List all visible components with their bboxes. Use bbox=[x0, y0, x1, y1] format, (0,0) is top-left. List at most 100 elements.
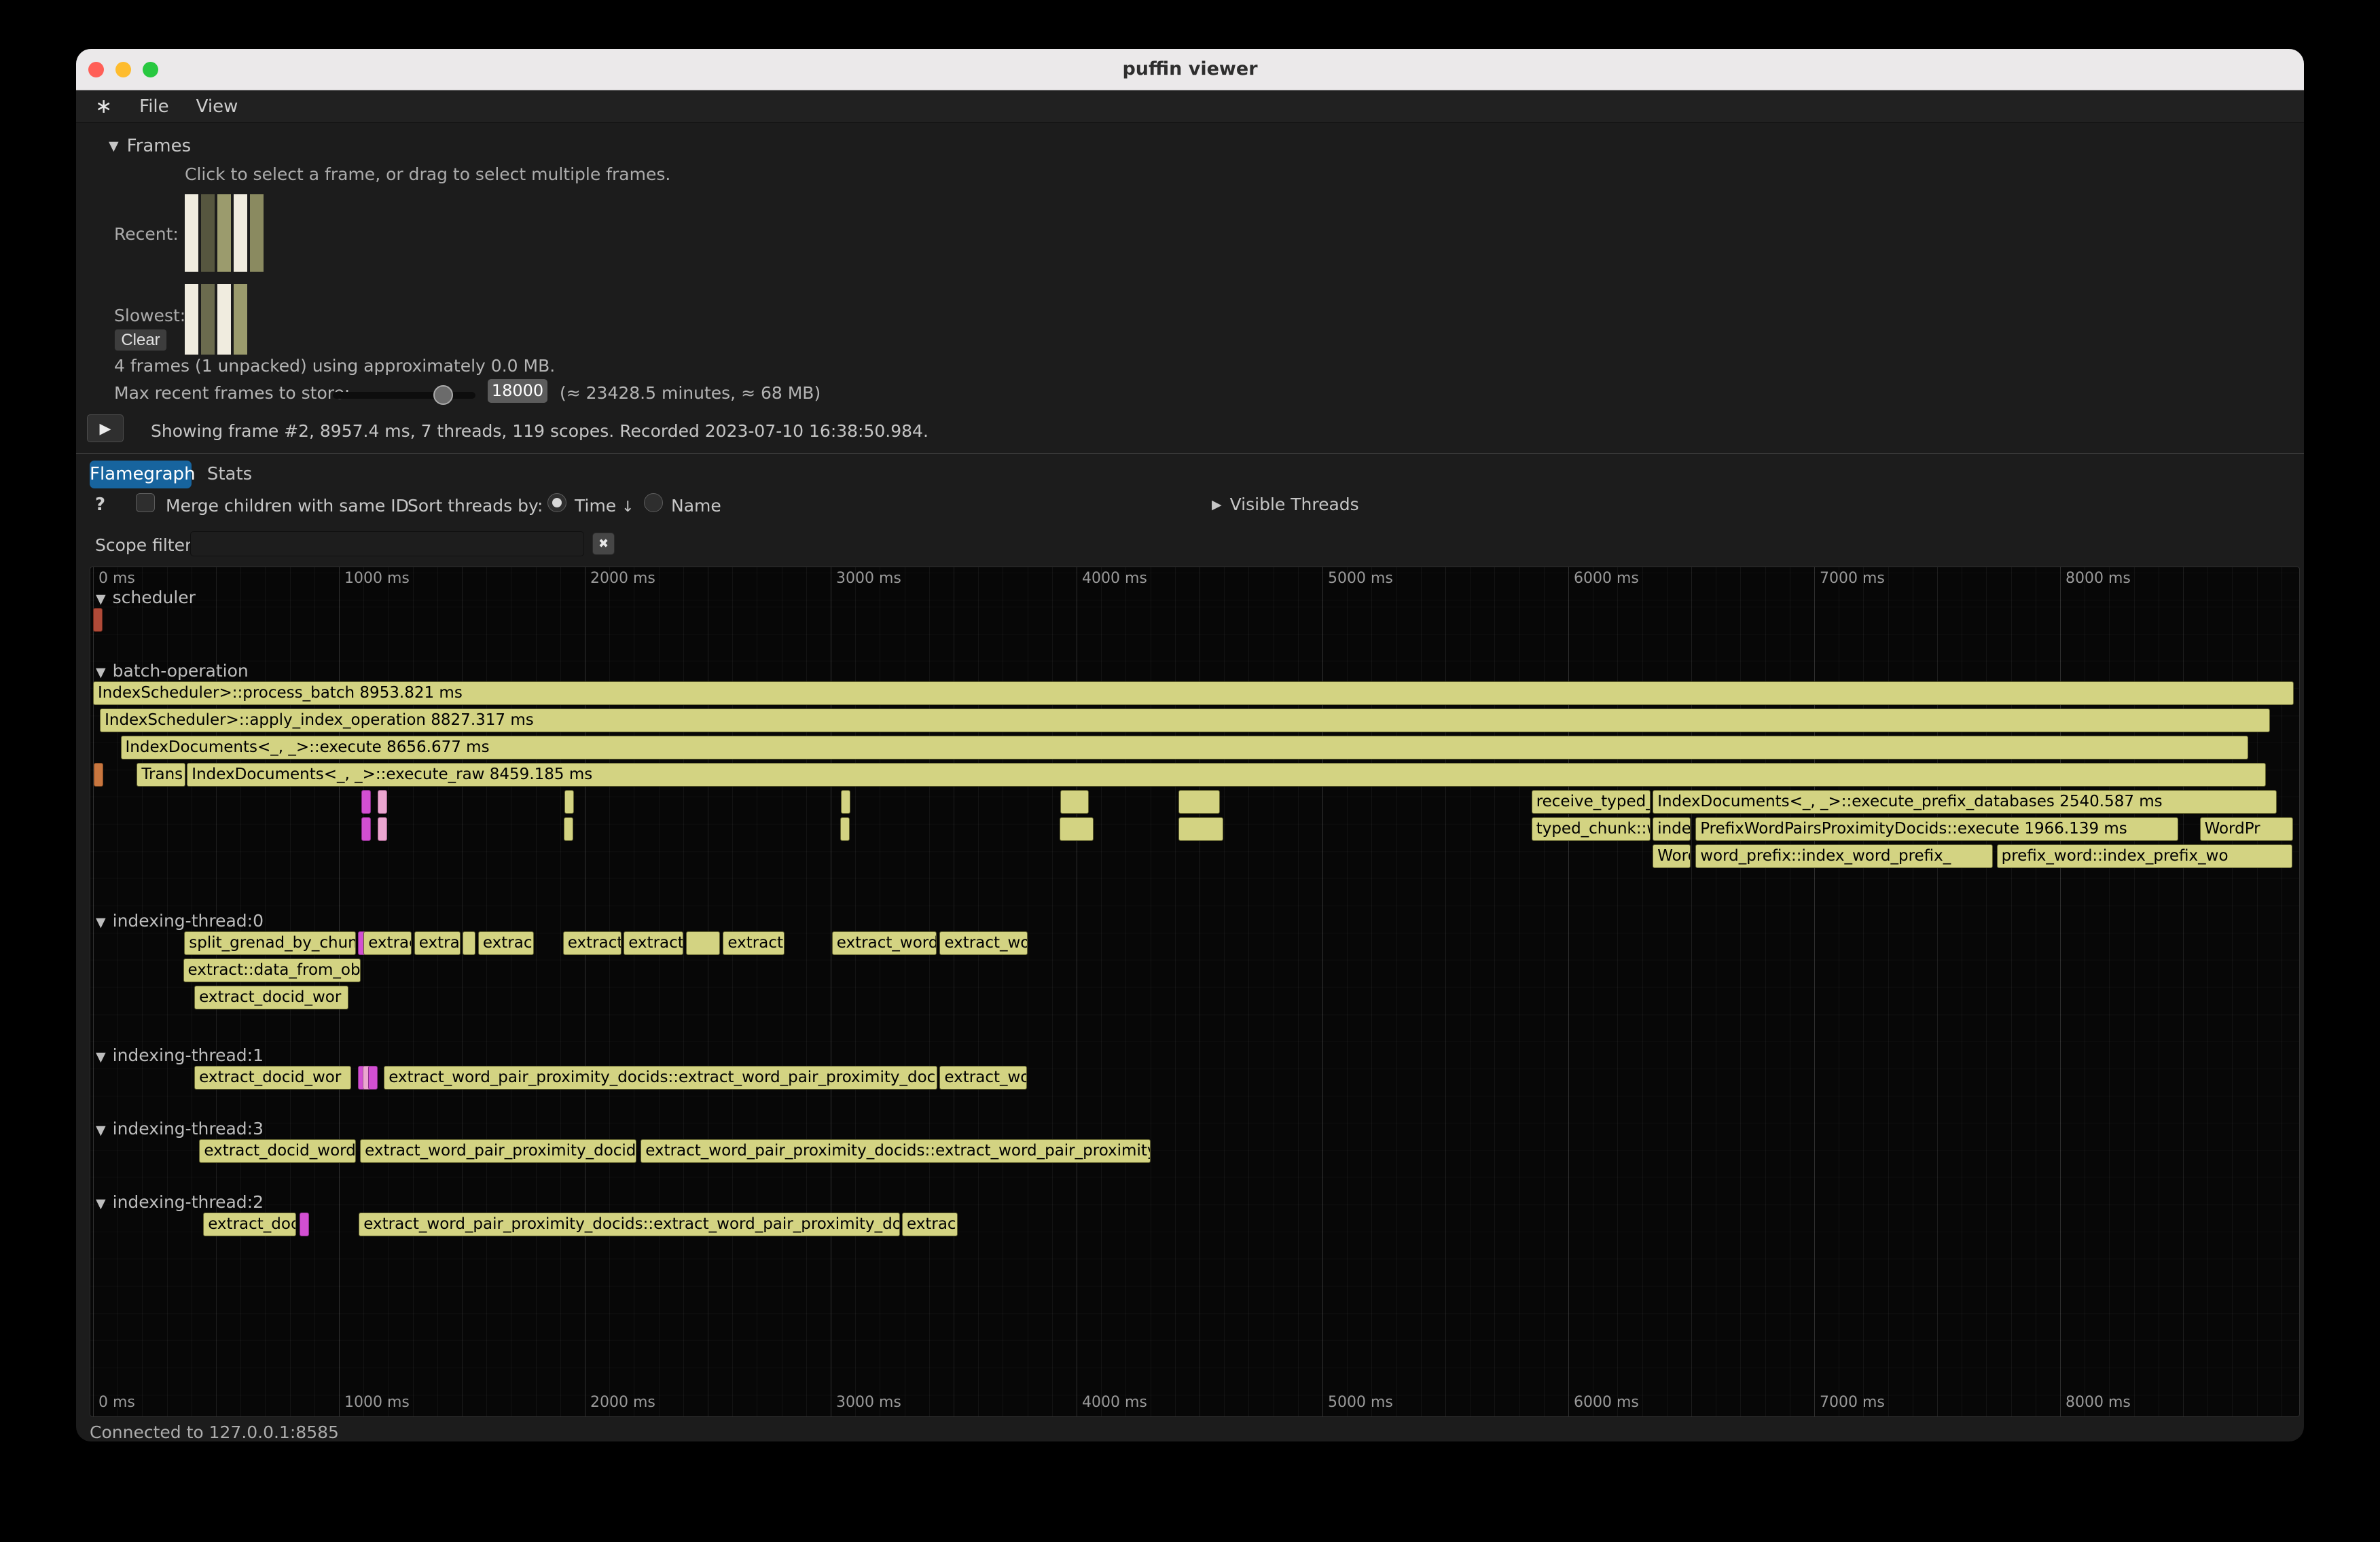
menu-file[interactable]: File bbox=[139, 96, 169, 117]
max-frames-slider[interactable] bbox=[333, 392, 475, 399]
scope-bar[interactable]: IndexDocuments<_, _>::execute_prefix_dat… bbox=[1653, 790, 2277, 814]
scope-bar[interactable]: IndexScheduler>::process_batch 8953.821 … bbox=[93, 681, 2294, 705]
sort-time-text: Time bbox=[575, 496, 616, 516]
frame-thumbnail[interactable] bbox=[234, 284, 247, 355]
frame-thumbnail[interactable] bbox=[201, 284, 215, 355]
play-button[interactable]: ▶ bbox=[87, 414, 124, 442]
frame-thumbnail[interactable] bbox=[201, 194, 215, 272]
theme-toggle-icon[interactable]: ∗ bbox=[95, 94, 112, 118]
scope-bar[interactable] bbox=[1060, 817, 1094, 841]
thread-header-batch-operation[interactable]: ▼batch-operation bbox=[96, 661, 249, 681]
scope-bar[interactable] bbox=[840, 817, 850, 841]
scope-bar[interactable] bbox=[93, 608, 103, 632]
scope-bar[interactable]: extrac bbox=[902, 1213, 958, 1236]
scope-bar[interactable] bbox=[841, 790, 850, 814]
scope-bar[interactable] bbox=[368, 1066, 378, 1090]
menu-view[interactable]: View bbox=[196, 96, 238, 117]
tab-stats[interactable]: Stats bbox=[200, 461, 259, 488]
scope-bar[interactable] bbox=[300, 1213, 309, 1236]
scope-bar[interactable] bbox=[94, 763, 103, 787]
frames-summary: 4 frames (1 unpacked) using approximatel… bbox=[114, 356, 555, 376]
scope-bar[interactable]: extra bbox=[414, 931, 461, 955]
thread-header-indexing-thread-1[interactable]: ▼indexing-thread:1 bbox=[96, 1045, 264, 1065]
visible-threads-toggle[interactable]: ▶ Visible Threads bbox=[1212, 495, 1359, 514]
thread-header-indexing-thread-0[interactable]: ▼indexing-thread:0 bbox=[96, 911, 264, 931]
scope-bar[interactable] bbox=[378, 790, 387, 814]
scope-bar[interactable]: WordPr bbox=[2200, 817, 2293, 841]
scope-bar[interactable] bbox=[1178, 790, 1220, 814]
scope-bar[interactable]: index bbox=[1653, 817, 1691, 841]
scope-bar[interactable]: extract bbox=[363, 931, 412, 955]
clear-button[interactable]: Clear bbox=[114, 329, 167, 351]
scope-bar[interactable]: IndexScheduler>::apply_index_operation 8… bbox=[100, 709, 2270, 732]
thread-name: indexing-thread:3 bbox=[113, 1119, 264, 1138]
scope-bar[interactable]: receive_typed_ bbox=[1532, 790, 1651, 814]
recent-frames-thumbnails[interactable] bbox=[185, 194, 264, 272]
scope-bar[interactable]: extract_word_pair_proximity_docids::extr… bbox=[641, 1139, 1151, 1163]
scope-bar[interactable]: PrefixWordPairsProximityDocids::execute … bbox=[1695, 817, 2178, 841]
frame-thumbnail[interactable] bbox=[234, 194, 247, 272]
scope-bar[interactable] bbox=[361, 790, 371, 814]
scope-bar[interactable]: extract_word_pair_proximity_docids::extr… bbox=[359, 1213, 900, 1236]
close-window-button[interactable] bbox=[88, 62, 104, 77]
slider-knob[interactable] bbox=[433, 385, 453, 405]
scope-bar[interactable]: Trans bbox=[137, 763, 185, 787]
scope-bar[interactable]: extract_word bbox=[832, 931, 937, 955]
scope-bar[interactable]: extract_docid_word bbox=[199, 1139, 356, 1163]
scope-bar[interactable] bbox=[1060, 790, 1089, 814]
frames-section-header[interactable]: ▼ Frames bbox=[109, 136, 191, 156]
clear-filter-button[interactable]: ✖ bbox=[592, 533, 615, 555]
frame-thumbnail[interactable] bbox=[185, 194, 198, 272]
scope-bar[interactable] bbox=[361, 817, 371, 841]
sort-name-radio[interactable] bbox=[644, 493, 663, 512]
scope-bar[interactable]: extrac bbox=[478, 931, 534, 955]
titlebar: puffin viewer bbox=[76, 49, 2304, 90]
scope-bar[interactable]: extract::data_from_ob bbox=[183, 958, 361, 982]
scope-bar[interactable]: extract_doc bbox=[203, 1213, 296, 1236]
thread-header-scheduler[interactable]: ▼scheduler bbox=[96, 588, 196, 607]
scope-bar[interactable]: extract_word_pair_proximity_docids::extr… bbox=[384, 1066, 937, 1090]
frame-thumbnail[interactable] bbox=[217, 194, 231, 272]
thread-header-indexing-thread-3[interactable]: ▼indexing-thread:3 bbox=[96, 1119, 264, 1138]
scope-bar[interactable]: extract_ bbox=[624, 931, 683, 955]
scope-bar[interactable]: IndexDocuments<_, _>::execute_raw 8459.1… bbox=[187, 763, 2266, 787]
scope-bar[interactable]: split_grenad_by_chun bbox=[184, 931, 355, 955]
flamegraph-canvas[interactable]: 0 ms0 ms1000 ms1000 ms2000 ms2000 ms3000… bbox=[90, 567, 2300, 1417]
frame-thumbnail[interactable] bbox=[185, 284, 198, 355]
help-button[interactable]: ? bbox=[95, 495, 105, 515]
thread-name: batch-operation bbox=[113, 661, 249, 681]
scope-bar[interactable] bbox=[564, 817, 573, 841]
scope-bar[interactable]: extract_docid_wor bbox=[194, 1066, 351, 1090]
zoom-window-button[interactable] bbox=[143, 62, 158, 77]
scope-bar[interactable] bbox=[686, 931, 720, 955]
scope-bar[interactable] bbox=[564, 790, 574, 814]
scope-bar[interactable]: extract_docid_wor bbox=[194, 986, 348, 1009]
sort-name-label[interactable]: Name bbox=[671, 496, 721, 516]
scope-bar[interactable] bbox=[463, 931, 475, 955]
scope-bar[interactable]: extract bbox=[723, 931, 784, 955]
scope-bar[interactable]: Word bbox=[1653, 844, 1691, 868]
scope-bar[interactable]: IndexDocuments<_, _>::execute 8656.677 m… bbox=[121, 736, 2249, 759]
scope-bar[interactable]: extract_word_pair_proximity_docids bbox=[360, 1139, 636, 1163]
max-frames-value[interactable]: 18000 bbox=[488, 379, 547, 403]
merge-checkbox-label[interactable]: Merge children with same ID bbox=[166, 496, 409, 516]
scope-bar[interactable] bbox=[1178, 817, 1223, 841]
scope-bar[interactable]: extract_ bbox=[563, 931, 621, 955]
scope-bar[interactable]: typed_chunk::w bbox=[1532, 817, 1651, 841]
sort-time-label[interactable]: Time ↓ bbox=[575, 496, 634, 516]
scope-bar[interactable]: extract_wo bbox=[939, 1066, 1027, 1090]
collapse-triangle-icon: ▼ bbox=[109, 139, 119, 154]
scope-bar[interactable]: word_prefix::index_word_prefix_ bbox=[1695, 844, 1993, 868]
merge-checkbox[interactable] bbox=[136, 493, 155, 512]
scope-bar[interactable]: prefix_word::index_prefix_wo bbox=[1997, 844, 2292, 868]
scope-bar[interactable]: extract_wo bbox=[939, 931, 1028, 955]
scope-bar[interactable] bbox=[378, 817, 387, 841]
minimize-window-button[interactable] bbox=[115, 62, 131, 77]
slowest-frames-thumbnails[interactable] bbox=[185, 284, 247, 355]
sort-time-radio[interactable] bbox=[547, 493, 566, 512]
frame-thumbnail[interactable] bbox=[250, 194, 264, 272]
thread-header-indexing-thread-2[interactable]: ▼indexing-thread:2 bbox=[96, 1192, 264, 1212]
scope-filter-input[interactable] bbox=[190, 531, 584, 556]
tab-flamegraph[interactable]: Flamegraph bbox=[90, 461, 192, 488]
frame-thumbnail[interactable] bbox=[217, 284, 231, 355]
